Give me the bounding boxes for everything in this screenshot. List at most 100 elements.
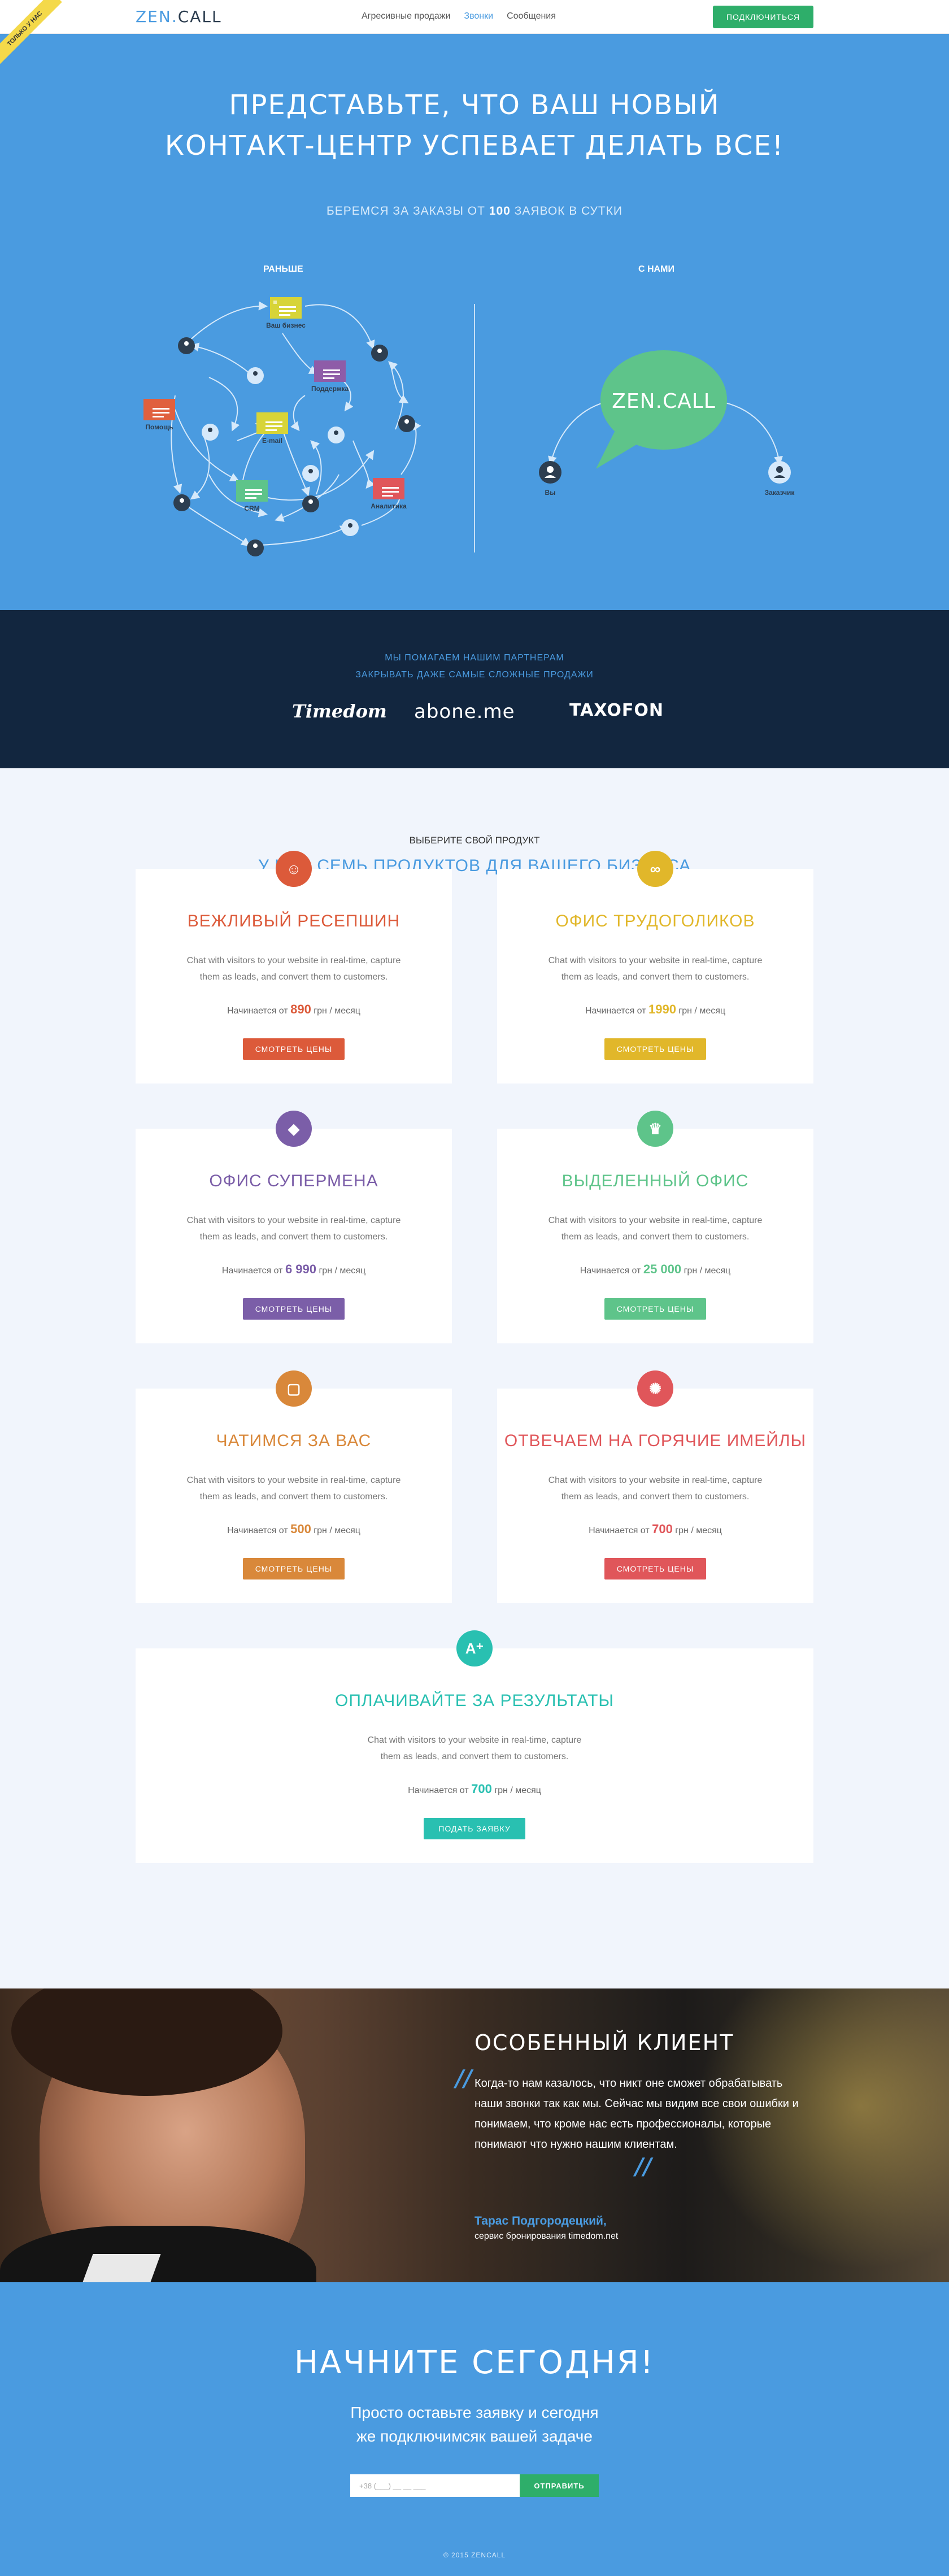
product-cta-button[interactable]: Смотреть цены <box>243 1298 345 1320</box>
price-suffix: грн / месяц <box>675 1526 722 1535</box>
chat-icon: ▢ <box>276 1370 312 1407</box>
product-card: ♛ Выделенный офис Chat with visitors to yo… <box>497 1111 813 1343</box>
description-line-1: Chat with visitors to your website in re… <box>186 1216 401 1225</box>
logo[interactable]: ZEN.CALL <box>136 7 222 26</box>
price-prefix: Начинается от <box>221 1266 283 1276</box>
price-prefix: Начинается от <box>408 1786 469 1795</box>
product-cta-button[interactable]: Смотреть цены <box>604 1558 706 1579</box>
cta-line-2: же подключимсяк вашей задаче <box>356 2427 593 2445</box>
price-value: 700 <box>652 1522 673 1536</box>
price-suffix: грн / месяц <box>684 1266 731 1276</box>
logo-part-zen: ZEN. <box>136 7 178 26</box>
connect-button[interactable]: Подключиться <box>713 6 813 28</box>
description-line-2: them as leads, and convert them to custo… <box>561 972 750 982</box>
product-description: Chat with visitors to your website in re… <box>497 1472 813 1505</box>
signup-form: +38 (___) __ __ ___ Отправить <box>350 2474 599 2497</box>
after-diagram: ZEN.CALL Вы Заказчик <box>539 350 795 497</box>
description-line-2: them as leads, and convert them to custo… <box>561 1492 750 1502</box>
product-cta-button[interactable]: Смотреть цены <box>604 1038 706 1060</box>
price-prefix: Начинается от <box>227 1006 288 1016</box>
product-price: Начинается от 890 грн / месяц <box>136 1002 452 1017</box>
node-your-business <box>270 297 302 319</box>
price-value: 890 <box>290 1002 311 1016</box>
partners-line-1: Мы помагаем нашим партнерам <box>385 653 564 663</box>
testimonial-author: Тарас Подгородецкий, <box>474 2214 607 2227</box>
hero-section: Представьте, что ваш новый контакт-центр … <box>0 34 949 610</box>
product-description: Chat with visitors to your website in re… <box>136 1732 813 1765</box>
product-description: Chat with visitors to your website in re… <box>497 1212 813 1245</box>
product-cta-button[interactable]: Смотреть цены <box>243 1038 345 1060</box>
testimonial-author-company: сервис бронирования timedom.net <box>474 2231 619 2241</box>
description-line-1: Chat with visitors to your website in re… <box>548 1476 763 1485</box>
partners-line-2: закрывать даже самые сложные продажи <box>355 670 594 680</box>
description-line-2: them as leads, and convert them to custo… <box>199 1492 388 1502</box>
product-price: Начинается от 25 000 грн / месяц <box>497 1262 813 1277</box>
quote-close-icon: // <box>635 2153 652 2180</box>
price-prefix: Начинается от <box>227 1526 288 1535</box>
price-value: 6 990 <box>285 1262 317 1276</box>
zencall-bubble-text: ZEN.CALL <box>612 390 716 413</box>
description-line-2: them as leads, and convert them to custo… <box>380 1752 569 1761</box>
price-value: 25 000 <box>643 1262 682 1276</box>
product-price: Начинается от 1990 грн / месяц <box>497 1002 813 1017</box>
node-label-support: Поддержка <box>311 385 349 393</box>
node-help <box>143 399 175 420</box>
product-name: Оплачивайте за результаты <box>335 1691 614 1710</box>
description-line-2: them as leads, and convert them to custo… <box>199 1232 388 1242</box>
products-section: Выберите свой продукт У нас семь продукт… <box>0 768 949 1988</box>
menu-item-sales[interactable]: Агресивные продажи <box>362 11 450 21</box>
description-line-1: Chat with visitors to your website in re… <box>186 1476 401 1485</box>
crown-icon: ♛ <box>637 1111 673 1147</box>
product-cta-button[interactable]: Смотреть цены <box>243 1558 345 1579</box>
description-line-1: Chat with visitors to your website in re… <box>186 956 401 965</box>
testimonial-section: Особенный клиент // Когда-то нам казалос… <box>0 1988 949 2282</box>
superman-icon: ◆ <box>276 1111 312 1147</box>
a-plus-icon: A⁺ <box>456 1630 493 1666</box>
quote-open-icon: // <box>455 2065 472 2092</box>
node-email <box>256 412 288 434</box>
logo-part-call: CALL <box>177 7 222 26</box>
product-description: Chat with visitors to your website in re… <box>136 1472 452 1505</box>
product-price: Начинается от 500 грн / месяц <box>136 1522 452 1537</box>
label-you: Вы <box>545 489 556 497</box>
price-suffix: грн / месяц <box>314 1006 360 1016</box>
product-card: ✺ Отвечаем на горячие имейлы Chat with vis… <box>497 1370 813 1603</box>
node-label-analytics: Аналитика <box>371 502 407 510</box>
price-value: 1990 <box>648 1002 676 1016</box>
product-card: A⁺ Оплачивайте за результаты Chat with vis… <box>136 1630 813 1863</box>
product-description: Chat with visitors to your website in re… <box>136 1212 452 1245</box>
product-card: ☺ Вежливый ресепшин Chat with visitors to … <box>136 851 452 1084</box>
cta-text: Просто оставьте заявку и сегодня же подкл… <box>0 2401 949 2448</box>
menu-item-calls[interactable]: Звонки <box>464 11 493 21</box>
product-price: Начинается от 700 грн / месяц <box>136 1782 813 1796</box>
gauge-icon: ✺ <box>637 1370 673 1407</box>
node-label-help: Помощь <box>145 423 173 431</box>
node-support <box>314 360 346 382</box>
price-value: 500 <box>290 1522 311 1536</box>
price-suffix: грн / месяц <box>319 1266 366 1276</box>
phone-input[interactable]: +38 (___) __ __ ___ <box>350 2474 520 2497</box>
product-cta-button[interactable]: Смотреть цены <box>604 1298 706 1320</box>
product-price: Начинается от 6 990 грн / месяц <box>136 1262 452 1277</box>
price-suffix: грн / месяц <box>314 1526 360 1535</box>
node-label-business: Ваш бизнес <box>266 321 306 329</box>
product-name: Чатимся за вас <box>216 1431 372 1450</box>
product-card: ◆ Офис супермена Chat with visitors to you… <box>136 1111 452 1343</box>
partners-section: Мы помагаем нашим партнерам закрывать даж… <box>0 610 949 768</box>
price-value: 700 <box>471 1782 492 1796</box>
cta-title: Начните сегодня! <box>294 2344 655 2381</box>
comparison-diagram: Ваш бизнес Поддержка Помощь E-mail CRM А… <box>143 297 795 556</box>
product-name: Офис трудоголиков <box>555 912 755 930</box>
product-card: ▢ Чатимся за вас Chat with visitors to you… <box>136 1370 452 1603</box>
people-dots <box>173 337 415 556</box>
menu-item-messages[interactable]: Сообщения <box>507 11 556 21</box>
product-cta-button[interactable]: Подать заявку <box>424 1818 525 1839</box>
partner-logo-timedom: Timedom <box>292 700 387 722</box>
partner-logo-taxofon: TAXOFON <box>569 700 664 720</box>
price-prefix: Начинается от <box>580 1266 641 1276</box>
testimonial-quote-text: Когда-то нам казалось, что никт оне смож… <box>474 2077 799 2151</box>
testimonial-quote: // Когда-то нам казалось, что никт оне с… <box>452 2068 813 2155</box>
cta-section: Начните сегодня! Просто оставьте заявку … <box>0 2282 949 2576</box>
product-card: ∞ Офис трудоголиков Chat with visitors to … <box>497 851 813 1084</box>
send-button[interactable]: Отправить <box>520 2474 599 2497</box>
